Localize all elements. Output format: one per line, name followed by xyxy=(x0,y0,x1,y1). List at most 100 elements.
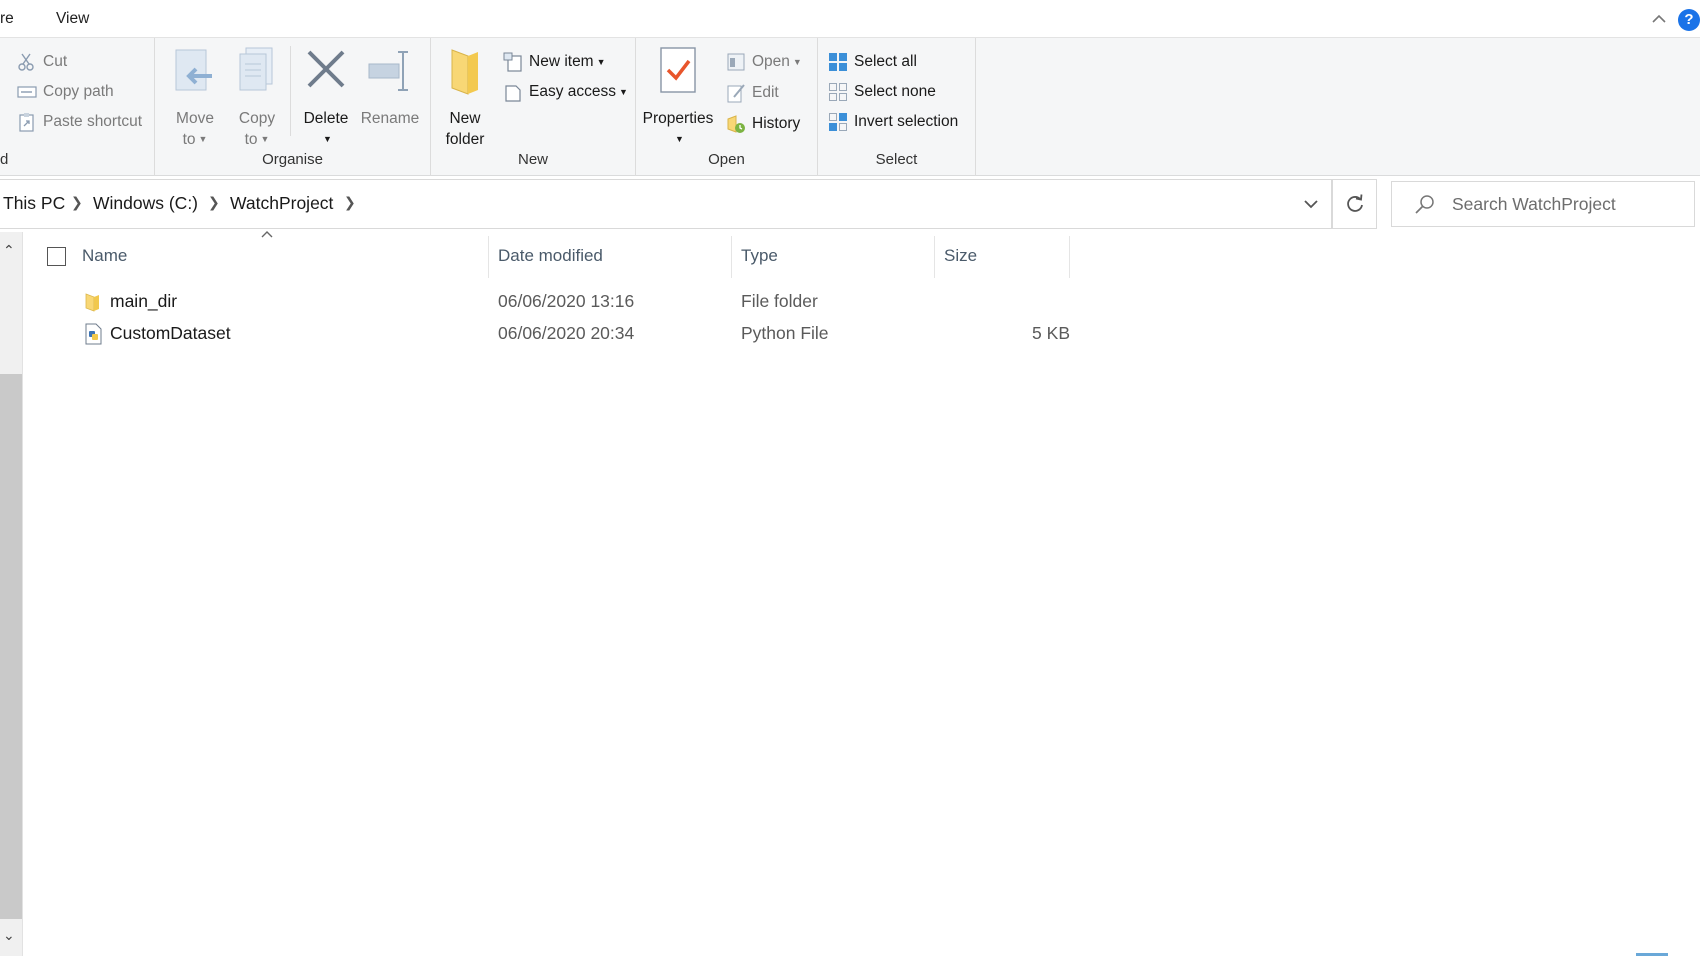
paste-shortcut-button[interactable]: Paste shortcut xyxy=(17,109,142,135)
file-size: 5 KB xyxy=(1032,323,1070,343)
scissors-icon xyxy=(18,53,34,71)
scroll-down-arrow-icon[interactable]: ⌄ xyxy=(3,927,15,944)
ribbon-group-organise: Move to ▼ Copy to ▼ Delete ▼ Rename Orga… xyxy=(155,38,431,176)
select-none-button[interactable]: Select none xyxy=(828,79,936,105)
breadcrumb-chevron-icon[interactable]: ❯ xyxy=(71,194,83,211)
select-none-label: Select none xyxy=(854,83,936,100)
properties-button[interactable]: Properties ▼ xyxy=(642,46,714,150)
ribbon-tab-bar: re View ? xyxy=(0,0,1700,38)
easy-access-label: Easy access xyxy=(529,83,617,100)
help-icon[interactable]: ? xyxy=(1678,9,1700,31)
new-group-label: New xyxy=(517,151,548,168)
rename-icon xyxy=(368,51,408,91)
new-folder-icon xyxy=(451,49,478,95)
file-date-modified: 06/06/2020 20:34 xyxy=(498,323,635,343)
tab-view[interactable]: View xyxy=(56,10,89,28)
copy-to-label-1: Copy xyxy=(238,110,276,127)
copy-to-button[interactable]: Copy to ▼ xyxy=(229,46,285,150)
invert-selection-icon xyxy=(829,113,847,131)
ribbon-divider xyxy=(290,46,291,136)
new-folder-label-1: New xyxy=(449,110,481,127)
delete-button[interactable]: Delete ▼ xyxy=(298,46,354,150)
new-item-icon xyxy=(503,52,522,72)
edit-button[interactable]: Edit xyxy=(726,80,779,106)
open-group-label: Open xyxy=(708,151,745,168)
new-folder-button[interactable]: New folder xyxy=(439,46,491,150)
column-date-label: Date modified xyxy=(498,246,603,265)
easy-access-icon xyxy=(505,85,521,102)
breadcrumb-windows-c[interactable]: Windows (C:) xyxy=(93,193,198,214)
history-button[interactable]: History xyxy=(726,111,800,137)
file-row-customdataset[interactable]: CustomDataset 06/06/2020 20:34 Python Fi… xyxy=(40,318,1070,350)
organise-group-label: Organise xyxy=(262,151,323,168)
scrollbar-thumb[interactable] xyxy=(0,374,22,919)
copy-to-label-2: to xyxy=(244,131,258,148)
select-group-label: Select xyxy=(875,151,918,168)
copy-path-label: Copy path xyxy=(43,83,114,100)
new-folder-label-2: folder xyxy=(445,131,485,148)
address-dropdown-button[interactable] xyxy=(1290,180,1332,228)
easy-access-button[interactable]: Easy access ▼ xyxy=(503,79,628,105)
breadcrumb-chevron-icon[interactable]: ❯ xyxy=(208,194,220,211)
column-header-name[interactable]: Name xyxy=(74,232,486,280)
column-divider[interactable] xyxy=(1069,236,1070,278)
chevron-down-icon xyxy=(1304,200,1318,209)
file-type: File folder xyxy=(741,291,818,311)
select-all-button[interactable]: Select all xyxy=(828,49,917,75)
column-name-label: Name xyxy=(82,246,128,265)
file-name[interactable]: CustomDataset xyxy=(110,323,231,344)
search-input[interactable] xyxy=(1452,190,1682,218)
ribbon-group-select: Select all Select none Invert selection … xyxy=(818,38,976,176)
search-icon xyxy=(1415,195,1434,214)
new-item-label: New item xyxy=(529,53,594,70)
tab-share[interactable]: re xyxy=(0,10,14,28)
paste-shortcut-label: Paste shortcut xyxy=(43,113,143,130)
breadcrumb-chevron-icon[interactable]: ❯ xyxy=(344,194,356,211)
new-item-button[interactable]: New item ▼ xyxy=(503,49,606,75)
copy-path-icon xyxy=(17,86,37,98)
select-all-checkbox[interactable] xyxy=(47,247,66,266)
rename-label: Rename xyxy=(360,110,420,127)
cut-button[interactable]: Cut xyxy=(17,49,67,75)
open-button[interactable]: Open ▼ xyxy=(726,49,802,75)
navigation-pane-scrollbar[interactable]: ⌃ ⌄ xyxy=(0,232,23,956)
delete-label: Delete xyxy=(303,110,349,127)
folder-icon xyxy=(85,293,99,312)
breadcrumb-this-pc[interactable]: This PC xyxy=(3,193,65,214)
clipboard-group-label: d xyxy=(0,151,9,168)
move-to-label-1: Move xyxy=(176,110,214,127)
open-label: Open xyxy=(752,53,790,70)
move-to-label-2: to xyxy=(182,131,196,148)
address-bar[interactable]: This PC ❯ Windows (C:) ❯ WatchProject ❯ xyxy=(0,179,1332,229)
scroll-up-arrow-icon[interactable]: ⌃ xyxy=(3,242,15,259)
column-header-type[interactable]: Type xyxy=(732,232,934,280)
history-icon xyxy=(727,115,745,133)
refresh-icon xyxy=(1346,194,1363,212)
select-none-icon xyxy=(829,83,847,101)
invert-selection-button[interactable]: Invert selection xyxy=(828,109,958,135)
copy-path-button[interactable]: Copy path xyxy=(17,79,114,105)
properties-icon xyxy=(660,47,696,93)
ribbon-group-new: New folder New item ▼ Easy access ▼ New xyxy=(431,38,636,176)
invert-selection-label: Invert selection xyxy=(854,113,959,130)
collapse-ribbon-icon[interactable] xyxy=(1650,10,1668,28)
column-header-date-modified[interactable]: Date modified xyxy=(489,232,731,280)
python-file-icon xyxy=(85,323,102,345)
ribbon: Cut Copy path Paste shortcut d Move to ▼… xyxy=(0,38,1700,176)
move-to-icon xyxy=(175,49,212,91)
rename-button[interactable]: Rename xyxy=(358,46,422,129)
search-box[interactable] xyxy=(1391,181,1695,227)
column-header-size[interactable]: Size xyxy=(935,232,1069,280)
select-all-icon xyxy=(829,53,847,71)
breadcrumb-watchproject[interactable]: WatchProject xyxy=(230,193,333,214)
column-type-label: Type xyxy=(741,246,778,265)
refresh-button[interactable] xyxy=(1332,179,1377,229)
file-name[interactable]: main_dir xyxy=(110,291,177,312)
properties-label: Properties xyxy=(642,110,714,127)
edit-icon xyxy=(727,84,745,103)
move-to-button[interactable]: Move to ▼ xyxy=(167,46,223,150)
file-row-main-dir[interactable]: main_dir 06/06/2020 13:16 File folder xyxy=(40,286,1070,318)
history-label: History xyxy=(752,115,801,132)
cut-label: Cut xyxy=(43,53,68,70)
edit-label: Edit xyxy=(752,84,779,101)
